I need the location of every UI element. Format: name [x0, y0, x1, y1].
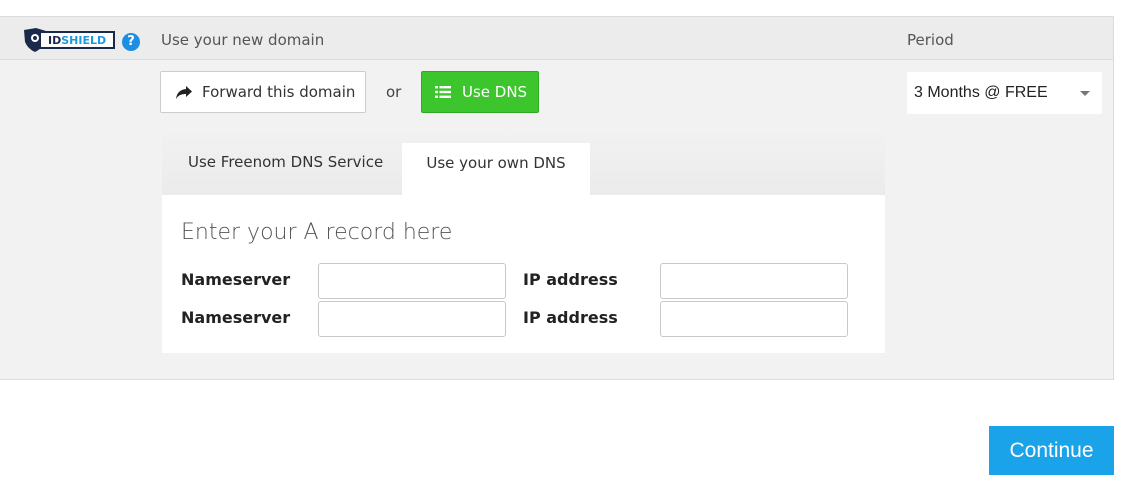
- chevron-down-icon: [1080, 91, 1090, 96]
- nameserver-label: Nameserver: [181, 308, 291, 327]
- help-icon[interactable]: ?: [122, 33, 140, 51]
- period-label: Period: [907, 31, 954, 49]
- tab-own-dns[interactable]: Use your own DNS: [402, 143, 590, 195]
- idshield-logo: IDSHIELD: [24, 28, 115, 52]
- use-dns-label: Use DNS: [462, 83, 528, 101]
- svg-text:IDSHIELD: IDSHIELD: [48, 34, 106, 47]
- nameserver-label: Nameserver: [181, 270, 291, 289]
- tab-freenom-dns[interactable]: Use Freenom DNS Service: [188, 153, 383, 171]
- a-record-form: Enter your A record here Nameserver IP a…: [162, 195, 885, 353]
- ip-address-2-input[interactable]: [660, 301, 848, 337]
- a-record-title: Enter your A record here: [181, 220, 453, 245]
- ip-address-1-input[interactable]: [660, 263, 848, 299]
- period-selected-value: 3 Months @ FREE: [914, 84, 1048, 101]
- period-select[interactable]: 3 Months @ FREE: [907, 72, 1102, 114]
- continue-button[interactable]: Continue: [989, 426, 1114, 475]
- nameserver-1-input[interactable]: [318, 263, 506, 299]
- use-dns-button[interactable]: Use DNS: [421, 71, 539, 113]
- or-separator: or: [386, 83, 402, 101]
- ip-address-label: IP address: [523, 308, 618, 327]
- domain-panel: IDSHIELD ? Use your new domain Period Fo…: [0, 16, 1114, 380]
- nameserver-2-input[interactable]: [318, 301, 506, 337]
- forward-domain-label: Forward this domain: [202, 83, 356, 101]
- share-arrow-icon: [176, 86, 192, 99]
- forward-domain-button[interactable]: Forward this domain: [160, 71, 366, 113]
- list-icon: [435, 86, 451, 98]
- section-title: Use your new domain: [161, 31, 325, 49]
- ip-address-label: IP address: [523, 270, 618, 289]
- panel-header: IDSHIELD ? Use your new domain Period: [0, 17, 1113, 60]
